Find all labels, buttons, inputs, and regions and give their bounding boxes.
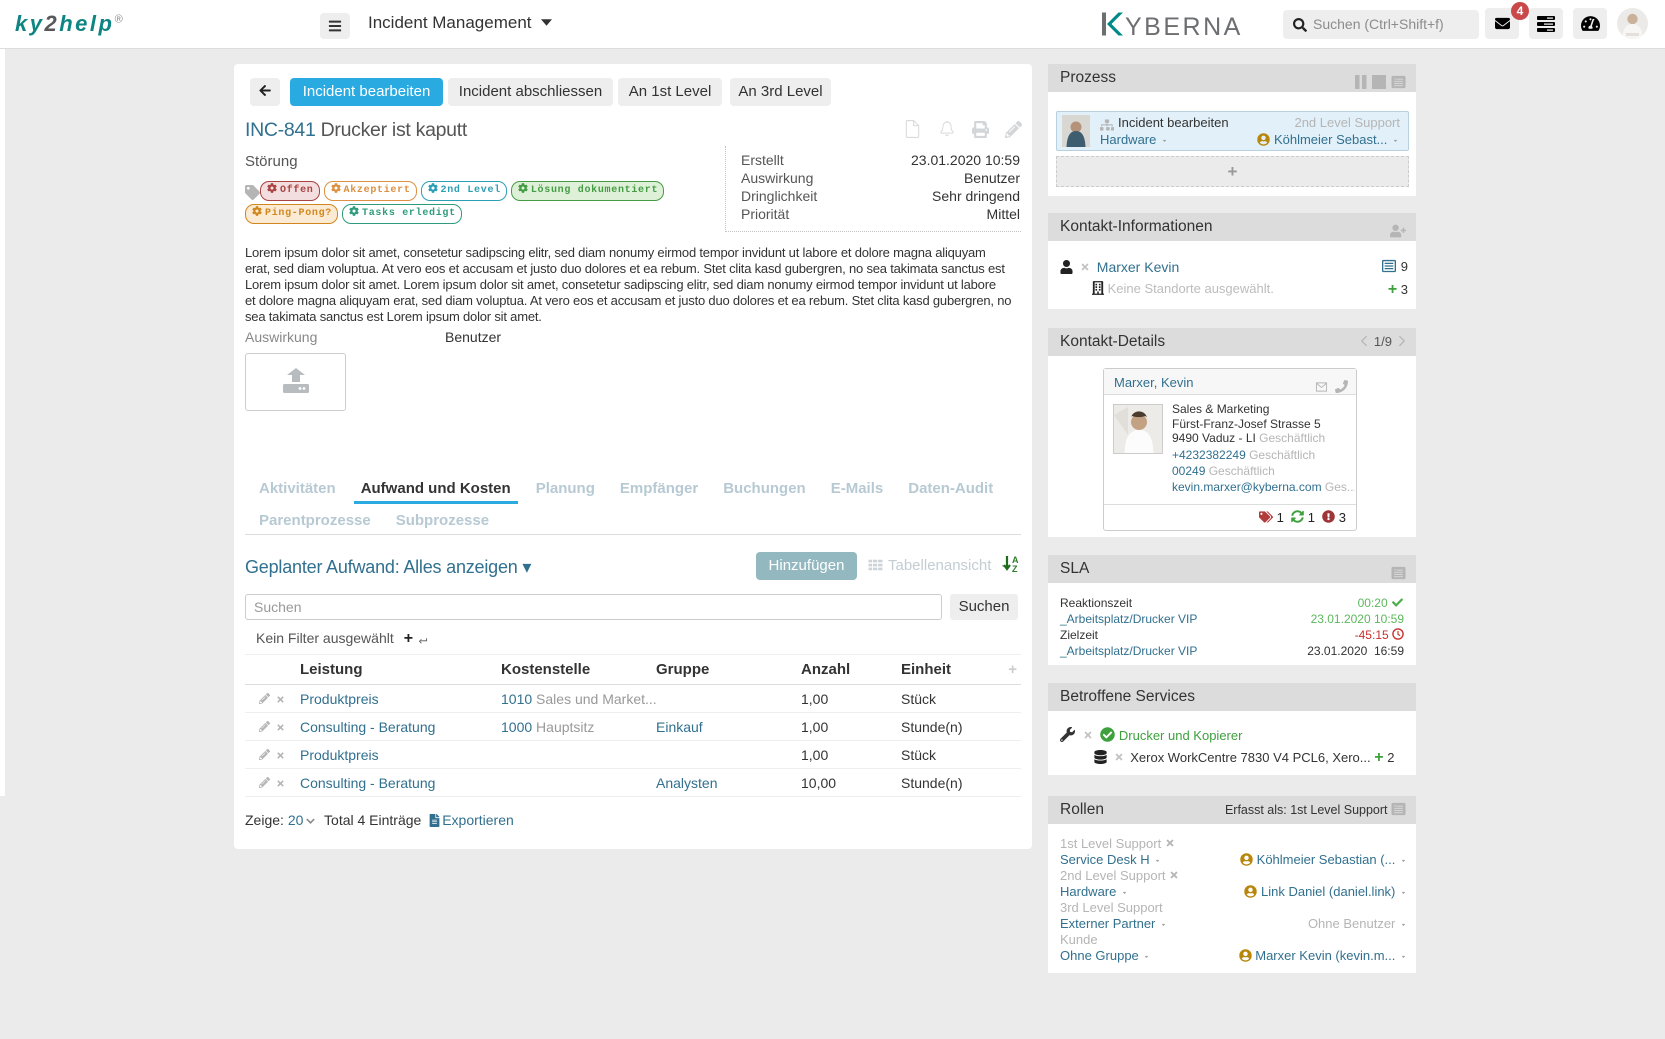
svg-text:YBERNA: YBERNA <box>1125 13 1243 37</box>
svg-text:Z: Z <box>1012 564 1018 573</box>
